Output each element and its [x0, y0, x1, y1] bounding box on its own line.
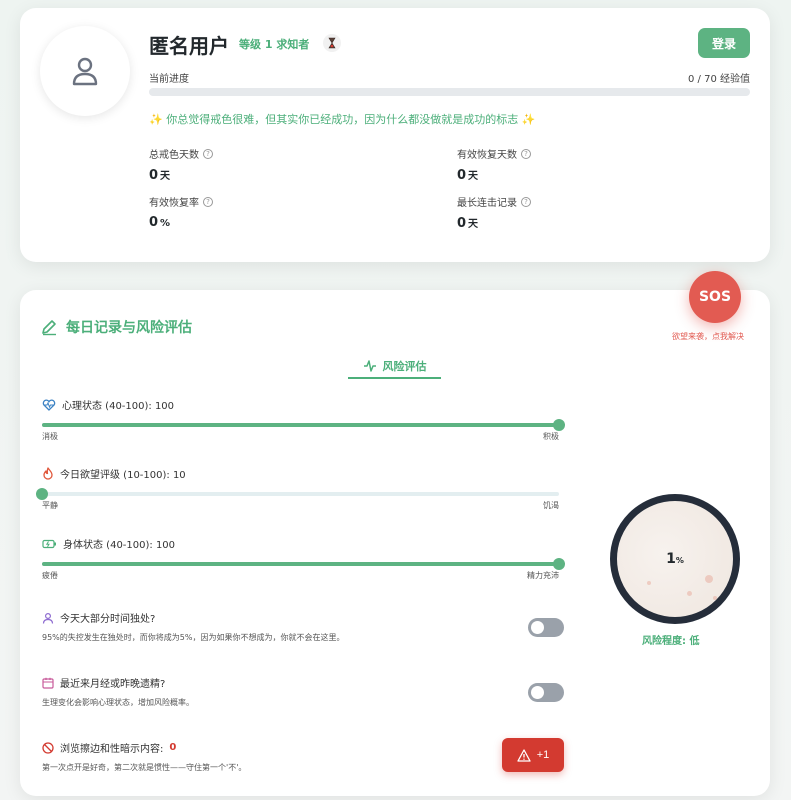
risk-value: 1: [666, 551, 676, 567]
risk-percentage: 1%: [666, 551, 684, 567]
warning-icon: [517, 748, 531, 762]
slider-min-label: 疲倦: [42, 571, 58, 580]
stat-recovery-rate: 有效恢复率? 0%: [149, 194, 213, 230]
browse-count: 0: [169, 742, 177, 753]
menstruation-toggle-switch[interactable]: [528, 683, 564, 702]
help-icon[interactable]: ?: [521, 148, 531, 159]
slider-min-label: 平静: [42, 501, 58, 510]
experience-progress-bar: [149, 88, 750, 96]
help-icon[interactable]: ?: [521, 196, 531, 207]
toggle-knob: [531, 686, 544, 699]
section-title-text: 每日记录与风险评估: [66, 320, 192, 336]
motto-text: ✨ 你总觉得戒色很难，但其实你已经成功，因为什么都没做就是成功的标志 ✨: [149, 113, 536, 126]
stat-longest-streak: 最长连击记录? 0天: [457, 194, 531, 231]
stat-unit: 天: [160, 171, 171, 182]
stat-unit: 天: [468, 171, 479, 182]
help-icon[interactable]: ?: [203, 196, 213, 207]
profile-card: 匿名用户 等级 1 求知者 登录 当前进度 0 / 70 经验值 ✨ 你总觉得戒…: [20, 8, 770, 262]
stat-value: 0: [149, 168, 159, 183]
toggle-menstruation: 最近来月经或昨晚遗精? 生理变化会影响心理状态，增加风险概率。: [42, 675, 564, 708]
slider-track[interactable]: [36, 488, 559, 500]
toggle-knob: [531, 621, 544, 634]
increment-label: +1: [536, 749, 550, 761]
flame-icon: [43, 467, 53, 480]
stat-value: 0: [149, 215, 159, 230]
browse-counter: 浏览擦边和性暗示内容: 0 第一次点开是好奇，第二次就是惯性——守住第一个'不'…: [42, 740, 564, 773]
tab-label: 风险评估: [382, 359, 427, 373]
gauge-bubble: [713, 596, 717, 600]
help-icon[interactable]: ?: [203, 148, 213, 159]
stat-label: 有效恢复率: [149, 198, 199, 209]
username: 匿名用户: [149, 34, 229, 58]
slider-fill: [42, 423, 559, 427]
progress-label: 当前进度: [149, 74, 189, 85]
slider-label: 心理状态 (40-100): 100: [62, 401, 175, 412]
slider-desire-level: 今日欲望评级 (10-100): 10 平静 饥渴: [36, 466, 559, 511]
slider-track[interactable]: [42, 558, 565, 570]
pencil-icon: [42, 320, 56, 336]
tab-risk-assessment[interactable]: 风险评估: [348, 354, 441, 379]
person-icon: [42, 612, 54, 624]
stat-value: 0: [457, 168, 467, 183]
risk-gauge: 1%: [610, 494, 740, 624]
slider-max-label: 饥渴: [543, 501, 559, 510]
toggle-description: 生理变化会影响心理状态，增加风险概率。: [42, 698, 194, 707]
prohibited-icon: [42, 741, 54, 754]
login-button[interactable]: 登录: [698, 28, 750, 58]
toggle-label: 最近来月经或昨晚遗精?: [60, 679, 166, 690]
stat-total-days: 总戒色天数? 0天: [149, 146, 213, 183]
stat-label: 有效恢复天数: [457, 150, 517, 161]
slider-thumb[interactable]: [553, 419, 565, 431]
stat-unit: %: [160, 218, 171, 229]
alone-toggle-switch[interactable]: [528, 618, 564, 637]
stat-value: 0: [457, 216, 467, 231]
calendar-icon: [42, 677, 54, 689]
sos-button[interactable]: SOS: [689, 271, 741, 323]
stat-unit: 天: [468, 219, 479, 230]
avatar: [40, 26, 130, 116]
activity-icon: [363, 359, 376, 372]
browse-description: 第一次点开是好奇，第二次就是惯性——守住第一个'不'。: [42, 763, 247, 772]
stat-effective-days: 有效恢复天数? 0天: [457, 146, 531, 183]
heart-pulse-icon: [42, 399, 56, 411]
increment-browse-button[interactable]: +1: [502, 738, 564, 772]
browse-label: 浏览擦边和性暗示内容:: [60, 744, 164, 755]
level-badge: 等级 1 求知者: [239, 38, 310, 51]
toggle-alone: 今天大部分时间独处? 95%的失控发生在独处时，而你将成为5%，因为如果你不想成…: [42, 610, 564, 643]
risk-level-label: 风险程度: 低: [642, 636, 700, 647]
stat-label: 最长连击记录: [457, 198, 517, 209]
hourglass-icon[interactable]: [323, 34, 341, 52]
slider-label: 身体状态 (40-100): 100: [63, 540, 176, 551]
progress-value: 0 / 70 经验值: [688, 74, 750, 85]
sos-tip: 欲望来袭，点我解决: [672, 332, 744, 341]
slider-label: 今日欲望评级 (10-100): 10: [60, 470, 186, 481]
slider-thumb[interactable]: [553, 558, 565, 570]
user-icon: [72, 57, 98, 86]
slider-max-label: 积极: [543, 432, 559, 441]
gauge-bubble: [705, 575, 713, 583]
slider-max-label: 精力充沛: [527, 571, 559, 580]
slider-track[interactable]: [42, 419, 565, 431]
slider-thumb[interactable]: [36, 488, 48, 500]
gauge-bubble: [687, 591, 692, 596]
daily-record-card: 每日记录与风险评估 风险评估 心理状态 (40-100): 100 消极 积极: [20, 290, 770, 796]
slider-mental-state: 心理状态 (40-100): 100 消极 积极: [42, 397, 565, 442]
section-title: 每日记录与风险评估: [40, 317, 192, 337]
stat-label: 总戒色天数: [149, 150, 199, 161]
toggle-label: 今天大部分时间独处?: [60, 614, 156, 625]
toggle-description: 95%的失控发生在独处时，而你将成为5%，因为如果你不想成为，你就不会在这里。: [42, 633, 345, 642]
slider-min-label: 消极: [42, 432, 58, 441]
risk-unit: %: [675, 556, 684, 565]
slider-fill: [42, 562, 559, 566]
gauge-bubble: [647, 581, 651, 585]
slider-physical-state: 身体状态 (40-100): 100 疲倦 精力充沛: [42, 536, 565, 581]
battery-icon: [42, 539, 56, 548]
